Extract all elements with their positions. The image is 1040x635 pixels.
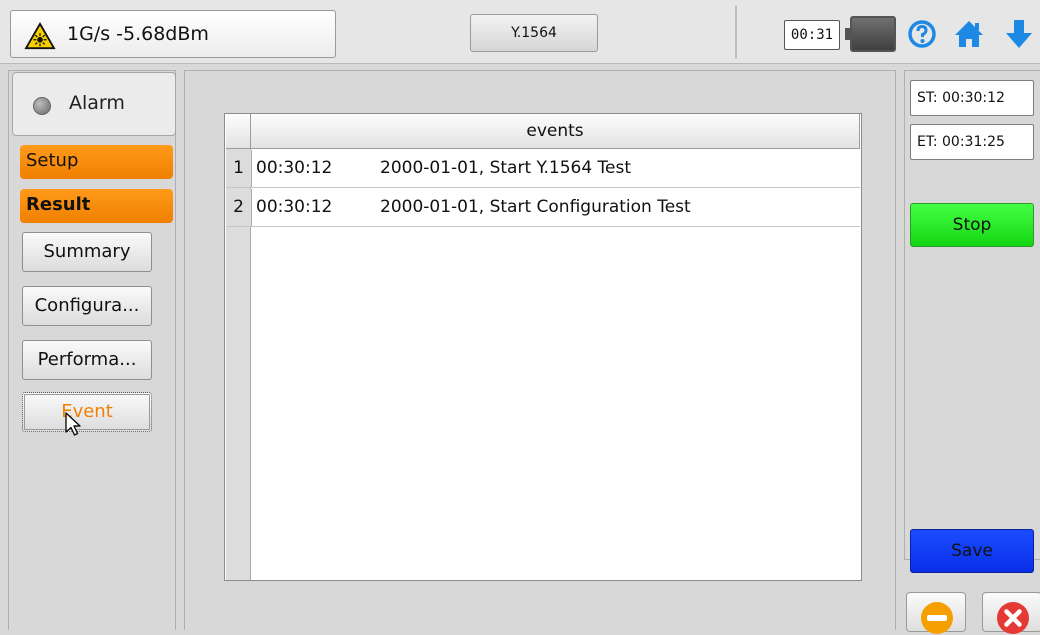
event-time: 00:30:12: [256, 158, 333, 178]
save-button[interactable]: Save: [910, 529, 1034, 573]
stop-button[interactable]: Stop: [910, 203, 1034, 247]
event-time: 00:30:12: [256, 197, 333, 217]
minimize-icon: [921, 602, 953, 634]
help-icon[interactable]: [906, 18, 938, 50]
alarm-indicator[interactable]: Alarm: [12, 72, 176, 136]
event-text: 2000-01-01, Start Y.1564 Test: [380, 158, 632, 178]
mouse-cursor-icon: [65, 412, 81, 436]
laser-warning-icon: [24, 22, 56, 50]
event-text: 2000-01-01, Start Configuration Test: [380, 197, 691, 217]
sidebar-item-event[interactable]: Event: [22, 392, 152, 432]
column-header-events[interactable]: events: [251, 114, 860, 149]
alarm-label: Alarm: [69, 92, 125, 114]
signal-status-box[interactable]: 1G/s -5.68dBm: [10, 10, 336, 58]
table-corner-cell: [226, 114, 251, 149]
topbar-divider: [735, 6, 737, 58]
start-time-display: ST: 00:30:12: [910, 80, 1034, 116]
close-icon: [997, 602, 1029, 634]
tab-result[interactable]: Result: [20, 189, 173, 223]
tab-setup[interactable]: Setup: [20, 145, 173, 179]
elapsed-time-display: ET: 00:31:25: [910, 124, 1034, 160]
battery-icon: [845, 16, 896, 52]
close-button[interactable]: [982, 592, 1040, 634]
row-number: 1: [226, 150, 252, 187]
table-row[interactable]: 2 00:30:12 2000-01-01, Start Configurati…: [226, 189, 860, 227]
table-row[interactable]: 1 00:30:12 2000-01-01, Start Y.1564 Test: [226, 150, 860, 188]
sidebar-item-configuration[interactable]: Configura...: [22, 286, 152, 326]
home-icon[interactable]: [953, 18, 985, 50]
row-number: 2: [226, 189, 252, 226]
signal-text: 1G/s -5.68dBm: [67, 23, 209, 45]
test-mode-button[interactable]: Y.1564: [470, 14, 598, 52]
sidebar-item-summary[interactable]: Summary: [22, 232, 152, 272]
minimize-button[interactable]: [906, 592, 966, 634]
alarm-led-icon: [33, 97, 51, 115]
clock-display: 00:31: [784, 20, 840, 50]
sidebar-item-performance[interactable]: Performa...: [22, 340, 152, 380]
down-arrow-icon[interactable]: [1003, 18, 1035, 50]
